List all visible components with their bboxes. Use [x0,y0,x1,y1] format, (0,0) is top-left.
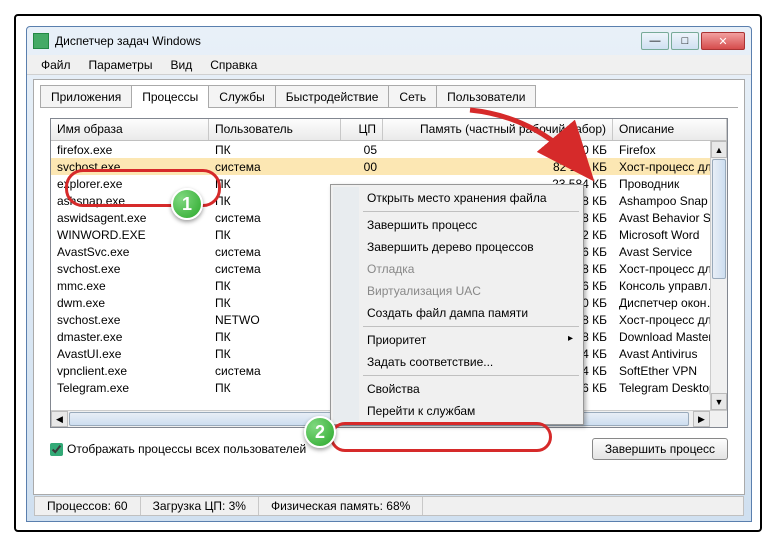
scroll-down-icon[interactable]: ▼ [711,393,727,410]
table-row[interactable]: svchost.exeсистема0082 116 КБХост-процес… [51,158,727,175]
show-all-users-input[interactable] [50,443,63,456]
cell-mem: 82 116 КБ [383,160,613,174]
tab-apps[interactable]: Приложения [40,85,132,108]
app-icon [33,33,49,49]
annotation-badge-2: 2 [304,416,336,448]
col-cpu[interactable]: ЦП [341,119,383,140]
titlebar[interactable]: Диспетчер задач Windows — □ ✕ [27,27,751,55]
col-user[interactable]: Пользователь [209,119,341,140]
cell-user: ПК [209,279,341,293]
cell-name: WINWORD.EXE [51,228,209,242]
scroll-up-icon[interactable]: ▲ [711,141,727,158]
status-process-count: Процессов: 60 [35,497,141,515]
menu-help[interactable]: Справка [202,56,265,74]
ctx-end-tree[interactable]: Завершить дерево процессов [333,236,581,258]
tab-performance[interactable]: Быстродействие [275,85,390,108]
vertical-scrollbar[interactable]: ▲ ▼ [710,141,727,410]
ctx-uac: Виртуализация UAC [333,280,581,302]
cell-user: ПК [209,347,341,361]
cell-user: ПК [209,143,341,157]
cell-mem: 830 820 КБ [383,143,613,157]
cell-name: svchost.exe [51,313,209,327]
cell-name: dwm.exe [51,296,209,310]
ctx-separator [363,375,579,376]
cell-user: система [209,211,341,225]
cell-user: NETWO [209,313,341,327]
menu-view[interactable]: Вид [162,56,200,74]
table-row[interactable]: firefox.exeПК05830 820 КБFirefox [51,141,727,158]
col-description[interactable]: Описание [613,119,727,140]
cell-cpu: 05 [341,143,383,157]
cell-name: Telegram.exe [51,381,209,395]
tab-network[interactable]: Сеть [388,85,437,108]
scroll-left-icon[interactable]: ◀ [51,411,68,427]
context-menu: Открыть место хранения файла Завершить п… [330,184,584,425]
cell-user: ПК [209,194,341,208]
maximize-button[interactable]: □ [671,32,699,50]
bottom-row: Отображать процессы всех пользователей З… [50,438,728,460]
cell-name: svchost.exe [51,160,209,174]
cell-user: ПК [209,330,341,344]
cell-name: vpnclient.exe [51,364,209,378]
cell-name: svchost.exe [51,262,209,276]
cell-user: ПК [209,381,341,395]
ctx-separator [363,211,579,212]
tab-users[interactable]: Пользователи [436,85,536,108]
col-memory[interactable]: Память (частный рабочий набор) [383,119,613,140]
column-headers: Имя образа Пользователь ЦП Память (частн… [51,119,727,141]
window-title: Диспетчер задач Windows [55,34,641,48]
ctx-open-location[interactable]: Открыть место хранения файла [333,187,581,209]
cell-user: ПК [209,228,341,242]
cell-user: система [209,262,341,276]
screenshot-frame: Диспетчер задач Windows — □ ✕ Файл Парам… [14,14,762,532]
ctx-separator [363,326,579,327]
scroll-thumb[interactable] [712,159,726,279]
annotation-badge-1: 1 [171,188,203,220]
window-buttons: — □ ✕ [641,32,745,50]
cell-name: AvastUI.exe [51,347,209,361]
ctx-goto-services[interactable]: Перейти к службам [333,400,581,422]
close-button[interactable]: ✕ [701,32,745,50]
tabstrip: Приложения Процессы Службы Быстродействи… [34,80,744,107]
menu-file[interactable]: Файл [33,56,79,74]
cell-name: dmaster.exe [51,330,209,344]
col-name[interactable]: Имя образа [51,119,209,140]
cell-user: система [209,245,341,259]
cell-user: ПК [209,296,341,310]
cell-user: система [209,364,341,378]
cell-name: firefox.exe [51,143,209,157]
scroll-right-icon[interactable]: ▶ [693,411,710,427]
cell-user: система [209,160,341,174]
status-memory: Физическая память: 68% [259,497,423,515]
cell-cpu: 00 [341,160,383,174]
ctx-affinity[interactable]: Задать соответствие... [333,351,581,373]
show-all-users-checkbox[interactable]: Отображать процессы всех пользователей [50,442,306,456]
ctx-priority[interactable]: Приоритет [333,329,581,351]
ctx-dump[interactable]: Создать файл дампа памяти [333,302,581,324]
ctx-debug: Отладка [333,258,581,280]
menubar: Файл Параметры Вид Справка [27,55,751,75]
end-process-button[interactable]: Завершить процесс [592,438,728,460]
ctx-end-process[interactable]: Завершить процесс [333,214,581,236]
show-all-users-label: Отображать процессы всех пользователей [67,442,306,456]
tab-services[interactable]: Службы [208,85,275,108]
menu-params[interactable]: Параметры [81,56,161,74]
tab-processes[interactable]: Процессы [131,85,209,108]
minimize-button[interactable]: — [641,32,669,50]
cell-user: ПК [209,177,341,191]
status-cpu: Загрузка ЦП: 3% [141,497,259,515]
cell-name: mmc.exe [51,279,209,293]
cell-name: AvastSvc.exe [51,245,209,259]
ctx-properties[interactable]: Свойства [333,378,581,400]
status-bar: Процессов: 60 Загрузка ЦП: 3% Физическая… [34,496,744,516]
